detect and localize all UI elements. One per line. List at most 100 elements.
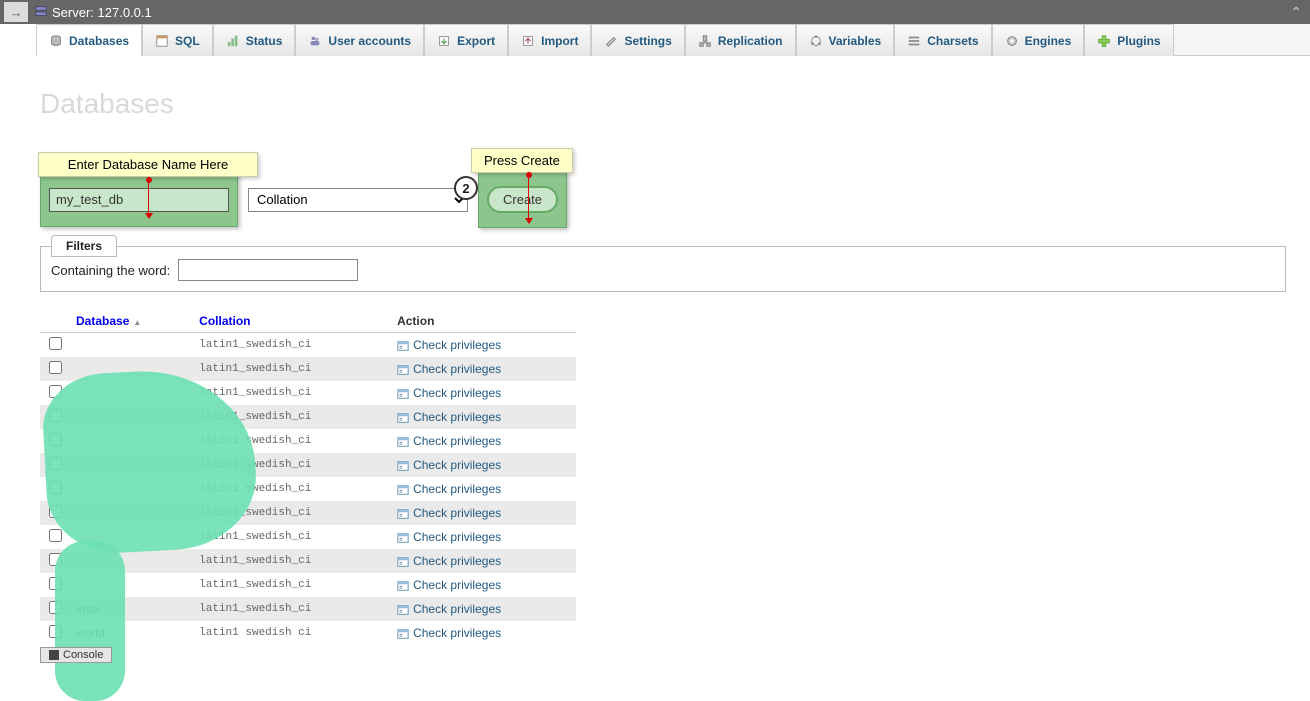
nav-arrow-button[interactable]: → bbox=[4, 2, 28, 22]
collation-select[interactable]: Collation bbox=[248, 188, 468, 212]
privileges-icon bbox=[397, 484, 409, 496]
tab-label: Variables bbox=[829, 34, 882, 48]
engines-icon bbox=[1005, 34, 1019, 48]
import-icon bbox=[521, 34, 535, 48]
check-privileges-link[interactable]: Check privileges bbox=[397, 626, 501, 640]
create-button[interactable]: Create bbox=[487, 186, 558, 213]
tab-sql[interactable]: SQL bbox=[142, 24, 213, 56]
tab-engines[interactable]: Engines bbox=[992, 24, 1085, 56]
annotation-arrow-create bbox=[528, 172, 529, 222]
database-name-input[interactable] bbox=[49, 188, 229, 212]
tab-label: Engines bbox=[1025, 34, 1072, 48]
check-privileges-link[interactable]: Check privileges bbox=[397, 434, 501, 448]
status-icon bbox=[226, 34, 240, 48]
row-action: Check privileges bbox=[391, 453, 576, 477]
table-header-database[interactable]: Database▲ bbox=[70, 310, 193, 333]
tab-variables[interactable]: Variables bbox=[796, 24, 895, 56]
check-privileges-link[interactable]: Check privileges bbox=[397, 338, 501, 352]
row-action: Check privileges bbox=[391, 357, 576, 381]
tab-charsets[interactable]: Charsets bbox=[894, 24, 991, 56]
console-label: Console bbox=[63, 649, 103, 661]
check-privileges-link[interactable]: Check privileges bbox=[397, 482, 501, 496]
table-header-action: Action bbox=[391, 310, 576, 333]
row-collation: latin1 swedish ci bbox=[193, 621, 391, 645]
privileges-icon bbox=[397, 340, 409, 352]
variables-icon bbox=[809, 34, 823, 48]
check-privileges-link[interactable]: Check privileges bbox=[397, 578, 501, 592]
check-privileges-link[interactable]: Check privileges bbox=[397, 458, 501, 472]
check-privileges-link[interactable]: Check privileges bbox=[397, 602, 501, 616]
main-tabs: Databases SQL Status User accounts Export Imp… bbox=[36, 24, 1310, 56]
row-action: Check privileges bbox=[391, 333, 576, 358]
row-action: Check privileges bbox=[391, 501, 576, 525]
tab-status[interactable]: Status bbox=[213, 24, 296, 56]
redaction-overlay bbox=[55, 541, 125, 701]
check-privileges-link[interactable]: Check privileges bbox=[397, 554, 501, 568]
content-area: Databases Enter Database Name Here Press… bbox=[0, 56, 1310, 645]
privileges-icon bbox=[397, 412, 409, 424]
tab-plugins[interactable]: Plugins bbox=[1084, 24, 1173, 56]
tab-databases[interactable]: Databases bbox=[36, 24, 142, 56]
privileges-icon bbox=[397, 604, 409, 616]
tab-import[interactable]: Import bbox=[508, 24, 591, 56]
row-checkbox[interactable] bbox=[49, 529, 62, 542]
privileges-icon bbox=[397, 508, 409, 520]
server-icon bbox=[34, 5, 48, 19]
table-header-collation[interactable]: Collation bbox=[193, 310, 391, 333]
row-database-name[interactable] bbox=[70, 333, 193, 358]
row-collation: latin1_swedish_ci bbox=[193, 597, 391, 621]
collapse-icon[interactable]: ⌃ bbox=[1290, 4, 1302, 21]
check-privileges-link[interactable]: Check privileges bbox=[397, 530, 501, 544]
row-action: Check privileges bbox=[391, 549, 576, 573]
create-button-highlight-box: Create bbox=[478, 171, 567, 228]
check-privileges-link[interactable]: Check privileges bbox=[397, 506, 501, 520]
privileges-icon bbox=[397, 532, 409, 544]
row-checkbox[interactable] bbox=[49, 337, 62, 350]
tab-label: Plugins bbox=[1117, 34, 1160, 48]
privileges-icon bbox=[397, 436, 409, 448]
tab-replication[interactable]: Replication bbox=[685, 24, 796, 56]
console-bar[interactable]: Console bbox=[40, 647, 112, 663]
export-icon bbox=[437, 34, 451, 48]
annotation-step-number: 2 bbox=[454, 176, 478, 200]
filters-tab-label: Filters bbox=[51, 235, 117, 257]
row-collation: latin1_swedish_ci bbox=[193, 333, 391, 358]
database-icon bbox=[49, 34, 63, 48]
annotation-tooltip-dbname: Enter Database Name Here bbox=[38, 152, 258, 177]
tab-label: SQL bbox=[175, 34, 200, 48]
row-action: Check privileges bbox=[391, 621, 576, 645]
replication-icon bbox=[698, 34, 712, 48]
tab-label: Databases bbox=[69, 34, 129, 48]
tab-label: Charsets bbox=[927, 34, 978, 48]
annotation-arrow-dbname bbox=[148, 177, 149, 217]
page-title: Databases bbox=[40, 88, 1286, 120]
row-action: Check privileges bbox=[391, 477, 576, 501]
annotation-tooltip-create: Press Create bbox=[471, 148, 573, 173]
tab-label: Replication bbox=[718, 34, 783, 48]
server-label: Server: 127.0.0.1 bbox=[52, 5, 152, 20]
privileges-icon bbox=[397, 388, 409, 400]
filter-containing-label: Containing the word: bbox=[51, 263, 170, 278]
check-privileges-link[interactable]: Check privileges bbox=[397, 362, 501, 376]
row-action: Check privileges bbox=[391, 429, 576, 453]
filter-containing-input[interactable] bbox=[178, 259, 358, 281]
tab-settings[interactable]: Settings bbox=[591, 24, 684, 56]
check-privileges-link[interactable]: Check privileges bbox=[397, 410, 501, 424]
tab-user-accounts[interactable]: User accounts bbox=[295, 24, 424, 56]
row-checkbox[interactable] bbox=[49, 361, 62, 374]
row-action: Check privileges bbox=[391, 573, 576, 597]
top-bar: → Server: 127.0.0.1 ⌃ bbox=[0, 0, 1310, 24]
row-collation: latin1_swedish_ci bbox=[193, 573, 391, 597]
row-collation: latin1_swedish_ci bbox=[193, 357, 391, 381]
privileges-icon bbox=[397, 628, 409, 640]
tab-export[interactable]: Export bbox=[424, 24, 508, 56]
filters-box: Filters Containing the word: bbox=[40, 246, 1286, 292]
privileges-icon bbox=[397, 556, 409, 568]
check-privileges-link[interactable]: Check privileges bbox=[397, 386, 501, 400]
row-action: Check privileges bbox=[391, 597, 576, 621]
table-header-checkbox bbox=[40, 310, 70, 333]
tab-label: Import bbox=[541, 34, 578, 48]
table-row: latin1_swedish_ci Check privileges bbox=[40, 333, 576, 358]
sort-asc-icon: ▲ bbox=[133, 318, 141, 327]
tab-label: User accounts bbox=[328, 34, 411, 48]
